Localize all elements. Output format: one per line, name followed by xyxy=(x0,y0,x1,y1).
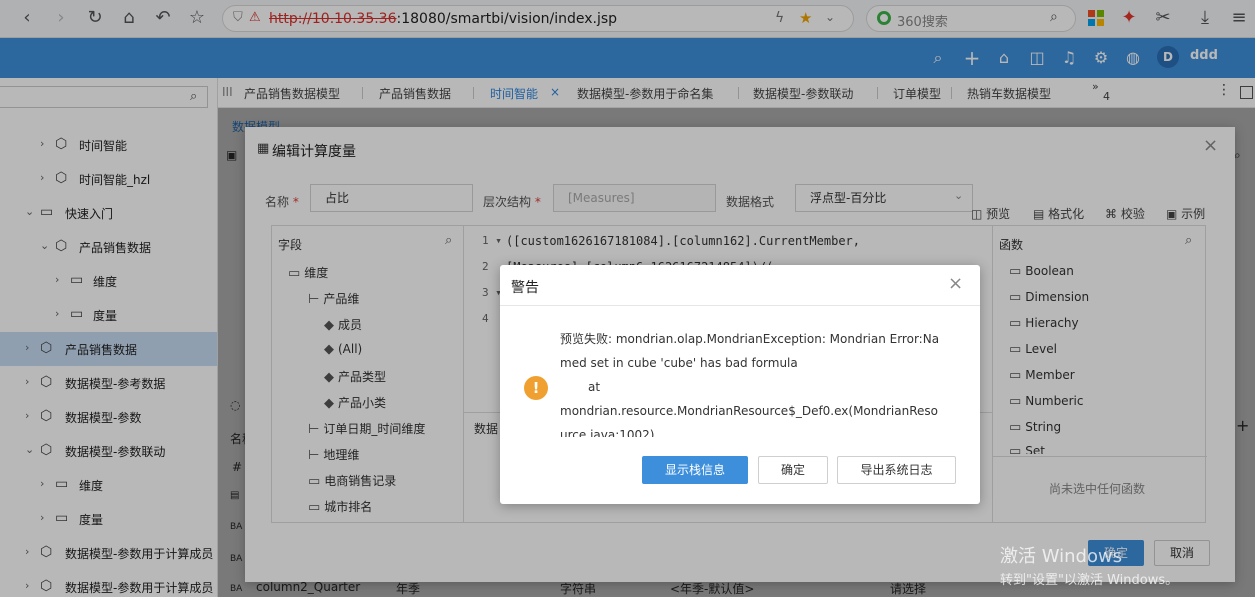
warning-icon: ! xyxy=(524,376,548,400)
warning-dialog: 警告 × ! 预览失败: mondrian.olap.MondrianExcep… xyxy=(500,265,980,504)
close-icon[interactable]: × xyxy=(948,273,963,294)
show-stack-button[interactable]: 显示栈信息 xyxy=(642,456,748,484)
windows-activation-watermark: 激活 Windows xyxy=(1000,546,1123,567)
divider xyxy=(500,305,980,306)
warning-message: 预览失败: mondrian.olap.MondrianException: M… xyxy=(560,332,940,437)
ok-button[interactable]: 确定 xyxy=(758,456,828,484)
warning-title: 警告 xyxy=(511,280,539,296)
export-log-button[interactable]: 导出系统日志 xyxy=(837,456,956,484)
windows-activation-subtext: 转到"设置"以激活 Windows。 xyxy=(1000,573,1179,588)
